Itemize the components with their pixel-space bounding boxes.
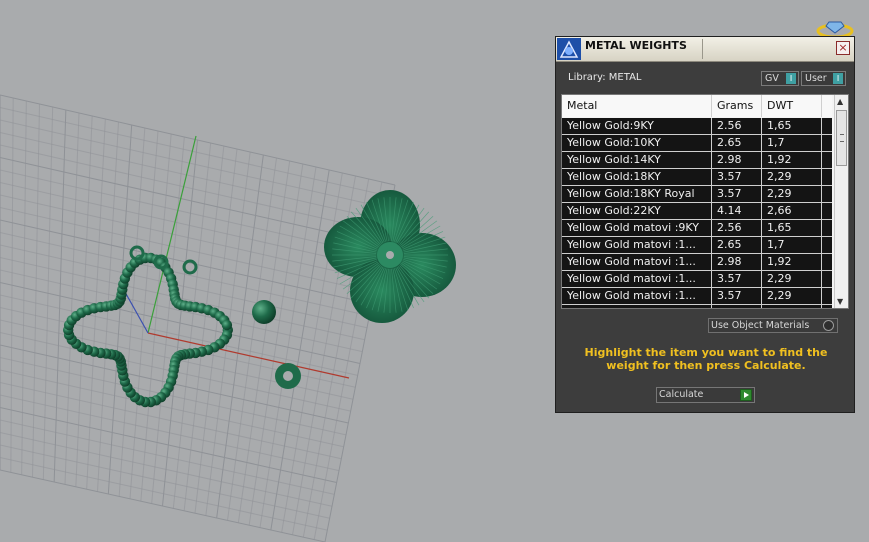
- cell-grams: 2.65: [712, 135, 762, 151]
- scrollbar-thumb[interactable]: [836, 110, 847, 166]
- library-label: Library: METAL: [568, 72, 642, 83]
- cell-grams: 2.56: [712, 118, 762, 134]
- table-row[interactable]: Yellow Gold:18KY Royal 3.57 2,29: [562, 186, 832, 203]
- cell-filler: [822, 288, 832, 304]
- cell-metal: Yellow Gold matovi :1...: [562, 271, 712, 287]
- gv-toggle-switch-icon: I: [786, 73, 796, 84]
- cell-filler: [822, 203, 832, 219]
- instructions-text: Highlight the item you want to find the …: [584, 346, 828, 372]
- table-row[interactable]: Yellow Gold matovi :2...4.142,66: [562, 305, 832, 308]
- cell-grams: 4.14: [712, 203, 762, 219]
- table-row[interactable]: Yellow Gold matovi :1... 2.98 1,92: [562, 254, 832, 271]
- cell-filler: [822, 271, 832, 287]
- table-header: Metal Grams DWT: [562, 95, 832, 117]
- cell-dwt: 1,92: [762, 254, 822, 270]
- washer-model: [275, 363, 301, 389]
- cell-grams: 2.98: [712, 254, 762, 270]
- cell-metal: Yellow Gold:10KY: [562, 135, 712, 151]
- cell-metal: Yellow Gold:18KY Royal: [562, 186, 712, 202]
- column-header-dwt[interactable]: DWT: [762, 95, 822, 117]
- cell-filler: [822, 186, 832, 202]
- cell-dwt: 2,29: [762, 186, 822, 202]
- cell-grams: 3.57: [712, 288, 762, 304]
- sphere-model: [252, 300, 276, 324]
- column-header-metal[interactable]: Metal: [562, 95, 712, 117]
- cell-grams: 2.56: [712, 220, 762, 236]
- gv-toggle-label: GV: [765, 73, 779, 84]
- cell-metal: Yellow Gold matovi :1...: [562, 254, 712, 270]
- user-toggle-label: User: [805, 73, 827, 84]
- cell-filler: [822, 254, 832, 270]
- cell-dwt: 2,29: [762, 288, 822, 304]
- cell-metal: Yellow Gold:22KY: [562, 203, 712, 219]
- cell-metal: Yellow Gold matovi :9KY: [562, 220, 712, 236]
- metal-weights-panel: METAL WEIGHTS × Library: METAL GV I User…: [555, 36, 855, 413]
- cell-filler: [822, 135, 832, 151]
- table-body: Yellow Gold:9KY 2.56 1,65 Yellow Gold:10KY 2…: [562, 118, 832, 308]
- calculate-label: Calculate: [659, 389, 704, 400]
- cell-dwt: 1,7: [762, 237, 822, 253]
- column-header-grams[interactable]: Grams: [712, 95, 762, 117]
- title-separator: [702, 39, 703, 59]
- table-row[interactable]: Yellow Gold:22KY 4.14 2,66: [562, 203, 832, 220]
- radio-icon[interactable]: [823, 320, 834, 331]
- cell-filler: [822, 118, 832, 134]
- cell-dwt: 2,66: [762, 203, 822, 219]
- cell-metal: Yellow Gold matovi :1...: [562, 288, 712, 304]
- cell-filler: [822, 237, 832, 253]
- panel-title: METAL WEIGHTS: [585, 39, 687, 52]
- table-row[interactable]: Yellow Gold:18KY 3.57 2,29: [562, 169, 832, 186]
- cell-metal: Yellow Gold:18KY: [562, 169, 712, 185]
- user-toggle[interactable]: User I: [801, 71, 846, 86]
- cell-metal: Yellow Gold matovi :2...: [562, 305, 712, 308]
- table-row[interactable]: Yellow Gold matovi :1... 2.65 1,7: [562, 237, 832, 254]
- metal-table: Metal Grams DWT Yellow Gold:9KY 2.56 1,65 Y…: [561, 94, 849, 309]
- calculate-button[interactable]: Calculate: [656, 387, 755, 403]
- cell-grams: 4.14: [712, 305, 762, 308]
- cell-grams: 2.65: [712, 237, 762, 253]
- use-object-materials-label: Use Object Materials: [711, 320, 810, 331]
- user-toggle-switch-icon: I: [833, 73, 843, 84]
- scroll-down-icon[interactable]: ▼: [837, 297, 843, 306]
- cell-filler: [822, 152, 832, 168]
- table-scrollbar[interactable]: ▲ ▼: [834, 95, 848, 308]
- cell-grams: 3.57: [712, 169, 762, 185]
- table-row[interactable]: Yellow Gold matovi :9KY 2.56 1,65: [562, 220, 832, 237]
- cell-dwt: 1,92: [762, 152, 822, 168]
- cell-metal: Yellow Gold matovi :1...: [562, 237, 712, 253]
- table-row[interactable]: Yellow Gold matovi :1... 3.57 2,29: [562, 271, 832, 288]
- table-row[interactable]: Yellow Gold matovi :1... 3.57 2,29: [562, 288, 832, 305]
- cell-filler: [822, 305, 832, 308]
- scroll-up-icon[interactable]: ▲: [837, 97, 843, 106]
- cell-grams: 3.57: [712, 271, 762, 287]
- cell-dwt: 1,65: [762, 220, 822, 236]
- app-logo-icon: [557, 38, 581, 60]
- cell-filler: [822, 220, 832, 236]
- cell-dwt: 1,65: [762, 118, 822, 134]
- cell-metal: Yellow Gold:14KY: [562, 152, 712, 168]
- table-row[interactable]: Yellow Gold:10KY 2.65 1,7: [562, 135, 832, 152]
- table-row[interactable]: Yellow Gold:9KY 2.56 1,65: [562, 118, 832, 135]
- cell-dwt: 1,7: [762, 135, 822, 151]
- close-button[interactable]: ×: [836, 41, 850, 55]
- cell-metal: Yellow Gold:9KY: [562, 118, 712, 134]
- gv-toggle[interactable]: GV I: [761, 71, 799, 86]
- use-object-materials-option[interactable]: Use Object Materials: [708, 318, 838, 333]
- cell-grams: 3.57: [712, 186, 762, 202]
- cell-filler: [822, 169, 832, 185]
- cell-dwt: 2,29: [762, 271, 822, 287]
- cell-dwt: 2,29: [762, 169, 822, 185]
- cell-dwt: 2,66: [762, 305, 822, 308]
- panel-titlebar[interactable]: METAL WEIGHTS ×: [556, 37, 854, 62]
- play-arrow-icon: [740, 389, 752, 401]
- table-row[interactable]: Yellow Gold:14KY 2.98 1,92: [562, 152, 832, 169]
- cell-grams: 2.98: [712, 152, 762, 168]
